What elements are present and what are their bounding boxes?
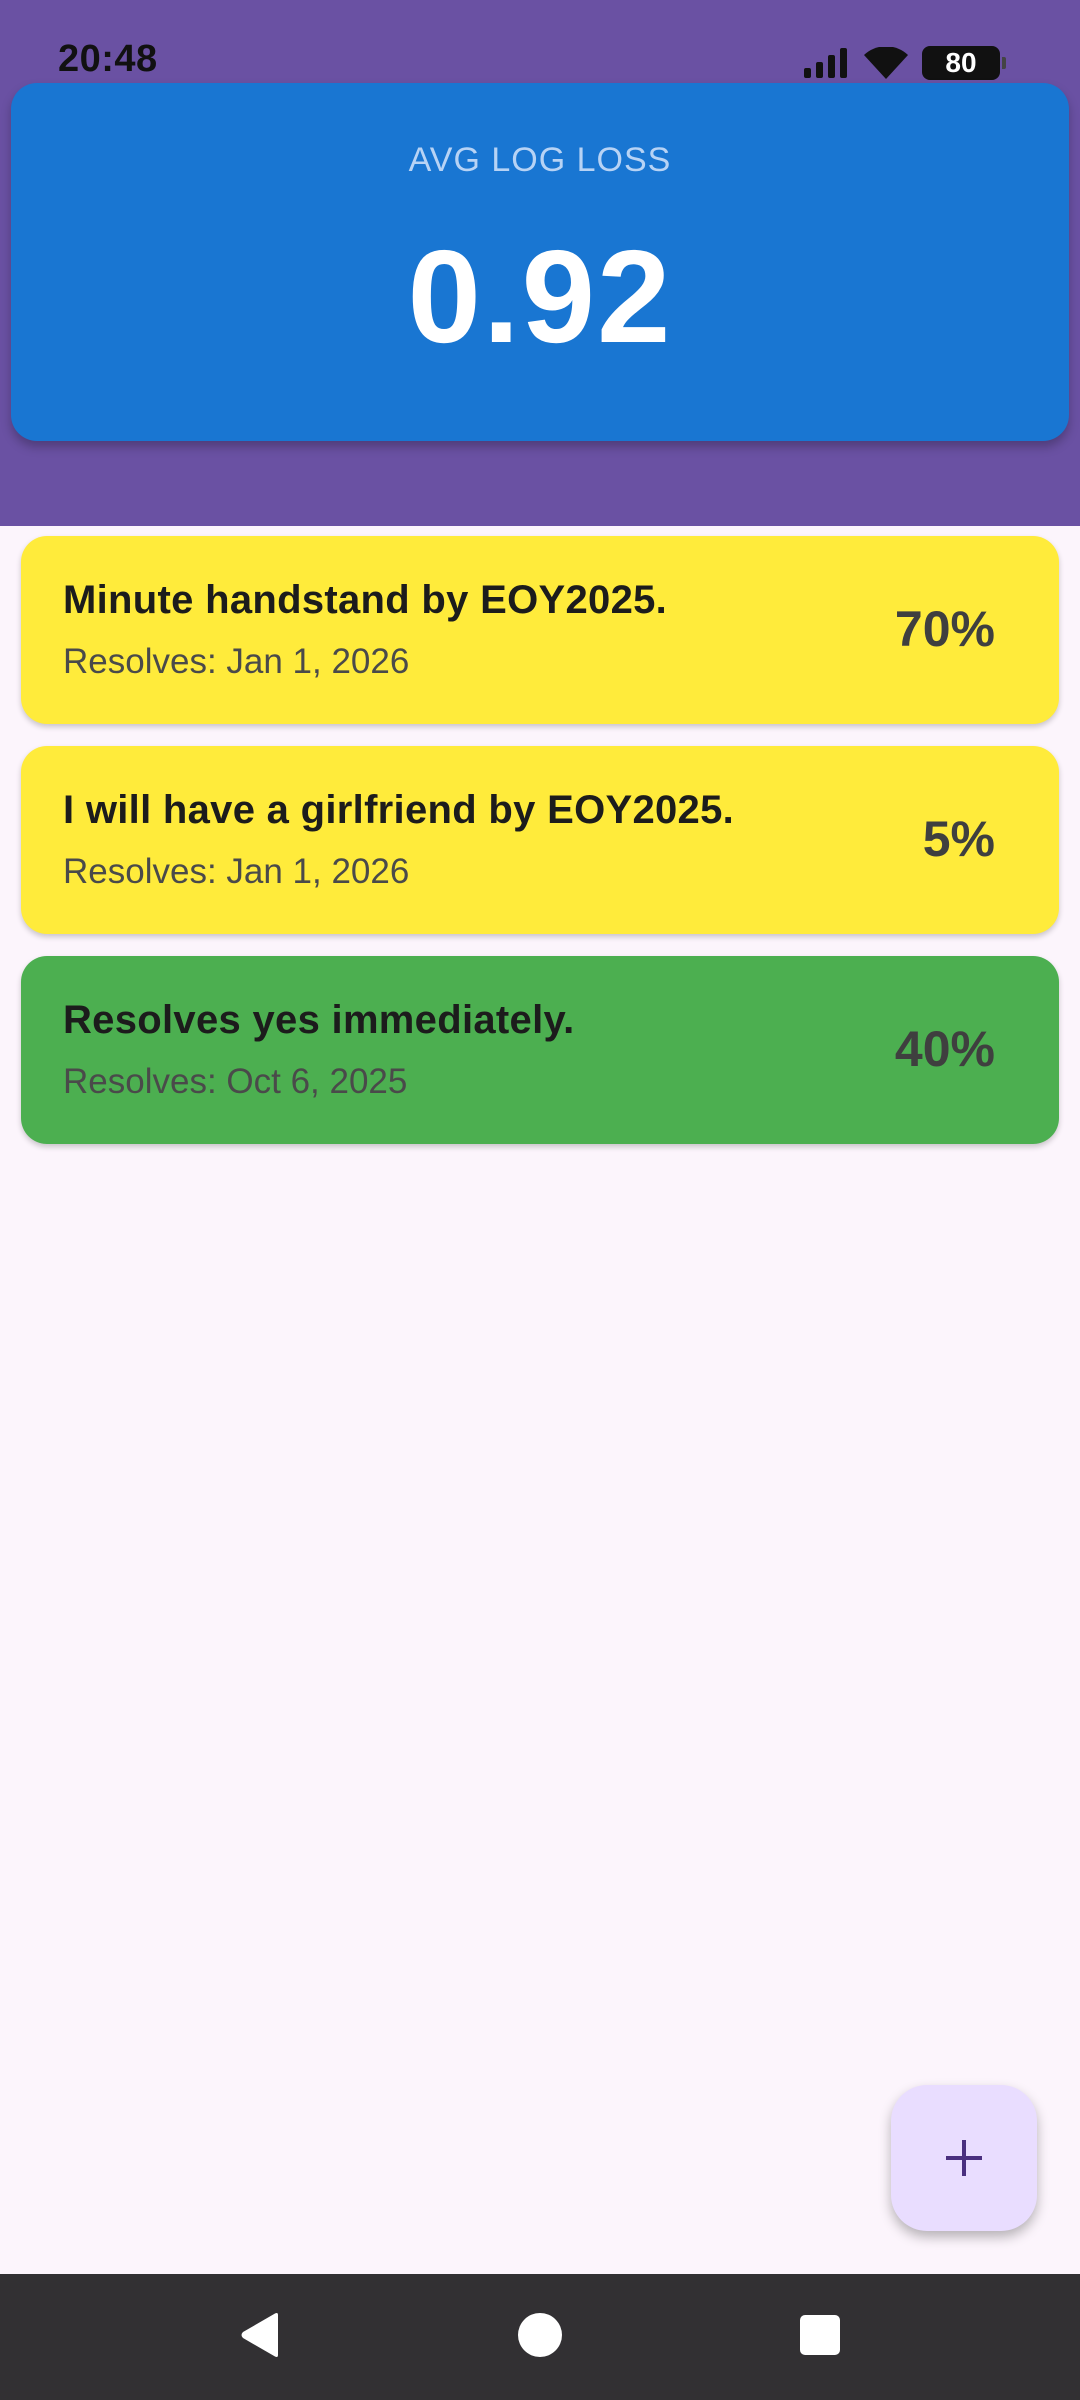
prediction-probability: 40%: [894, 1021, 995, 1077]
status-icons: 80: [804, 46, 1006, 80]
plus-icon: [944, 2138, 984, 2178]
status-time: 20:48: [58, 38, 158, 80]
back-icon: [238, 2312, 282, 2363]
prediction-title: Resolves yes immediately.: [63, 998, 575, 1042]
home-icon: [517, 2312, 563, 2363]
wifi-icon: [864, 47, 908, 79]
prediction-resolve-date: Resolves: Oct 6, 2025: [63, 1062, 408, 1101]
prediction-probability: 5%: [922, 811, 995, 867]
avg-log-loss-card: AVG LOG LOSS 0.92: [11, 83, 1069, 441]
back-button[interactable]: [200, 2274, 320, 2400]
recents-icon: [800, 2314, 840, 2360]
prediction-card[interactable]: Minute handstand by EOY2025. Resolves: J…: [21, 536, 1059, 724]
battery-icon: 80: [922, 46, 1006, 80]
avg-log-loss-label: AVG LOG LOSS: [408, 141, 672, 179]
system-nav-bar: [0, 2274, 1080, 2400]
prediction-probability: 70%: [894, 601, 995, 657]
prediction-card[interactable]: Resolves yes immediately. Resolves: Oct …: [21, 956, 1059, 1144]
prediction-title: I will have a girlfriend by EOY2025.: [63, 788, 735, 832]
prediction-resolve-date: Resolves: Jan 1, 2026: [63, 642, 410, 681]
prediction-card[interactable]: I will have a girlfriend by EOY2025. Res…: [21, 746, 1059, 934]
prediction-title: Minute handstand by EOY2025.: [63, 578, 668, 622]
recents-button[interactable]: [760, 2274, 880, 2400]
avg-log-loss-value: 0.92: [407, 223, 673, 370]
prediction-resolve-date: Resolves: Jan 1, 2026: [63, 852, 410, 891]
home-button[interactable]: [480, 2274, 600, 2400]
status-bar: 20:48 80: [0, 0, 1080, 80]
add-prediction-button[interactable]: [891, 2085, 1037, 2231]
signal-icon: [804, 48, 850, 78]
prediction-list: Minute handstand by EOY2025. Resolves: J…: [21, 536, 1059, 1166]
